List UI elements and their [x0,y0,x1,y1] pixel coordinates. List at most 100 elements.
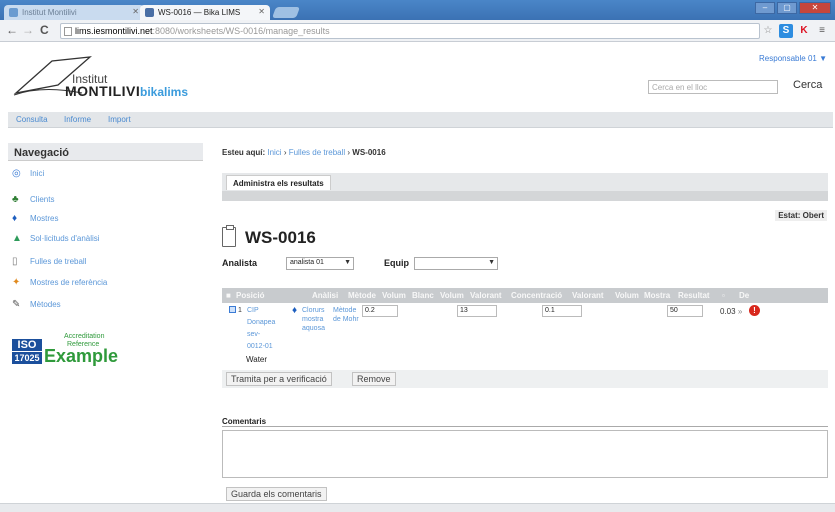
remove-button[interactable]: Remove [352,372,396,386]
browser-nav-bar: ← → C lims.iesmontilivi.net:8080/workshe… [0,20,835,42]
analist-select-value: analista 01 [290,259,324,266]
worksheet-icon [222,225,236,247]
col-header-valorant[interactable]: Valorant [470,291,502,300]
sidebar-item-inici[interactable]: ◎ Inici [10,168,45,185]
method-line2[interactable]: de Mohr [333,315,359,324]
breadcrumb-link-inici[interactable]: Inici [267,148,281,157]
sidebar-item-label: Inici [30,169,45,178]
search-input[interactable]: Cerca en el lloc [648,80,778,94]
logo-line2: MONTILIVI [65,83,141,99]
sample-link-line2[interactable]: Donapea [247,318,275,327]
equip-label: Equip [384,258,409,268]
page-title: WS-0016 [245,228,316,247]
row-checkbox[interactable] [229,306,236,313]
results-table-header: ■ Posició Anàlisi Mètode Volum Blanc Vol… [222,288,828,303]
comments-textarea[interactable] [222,430,828,478]
clients-icon: ♣ [12,194,19,205]
col-header-volum-2[interactable]: Volum [440,291,464,300]
sidebar-item-sollicituds[interactable]: ▲ Sol·licituds d'anàlisi [10,233,100,250]
sidebar-item-label: Clients [30,195,55,204]
browser-status-bar [0,503,835,512]
minimize-icon[interactable]: – [755,2,775,14]
site-logo[interactable]: Institut MONTILIVI bikalims [12,55,188,100]
analysis-line1[interactable]: Clorurs [302,306,325,315]
valorant-input[interactable]: 13 [457,305,497,317]
volum-input[interactable]: 0.2 [362,305,398,317]
sidebar-item-referencia[interactable]: ✦ Mostres de referència [10,277,108,294]
sample-link-line3[interactable]: sev- [247,330,260,339]
menu-item-import[interactable]: Import [108,115,131,124]
submit-verification-button[interactable]: Tramita per a verificació [226,372,332,386]
reload-icon[interactable]: C [40,23,49,37]
new-tab-button[interactable] [271,7,301,18]
col-header-metode[interactable]: Mètode [348,291,376,300]
favicon-icon [9,8,18,17]
chevron-down-icon: ▼ [344,259,351,266]
close-window-icon[interactable]: ✕ [799,2,831,14]
sidebar-item-fulles[interactable]: ▯ Fulles de treball [10,256,86,273]
menu-icon[interactable]: ≡ [815,24,829,38]
menu-item-informe[interactable]: Informe [64,115,91,124]
method-line1[interactable]: Mètode [333,306,356,315]
result-value: 0.03 » [720,307,742,316]
tab-administra-resultats[interactable]: Administra els resultats [226,175,331,190]
comments-label: Comentaris [222,417,267,426]
sidebar-item-mostres[interactable]: ♦ Mostres [10,213,59,230]
tab-title: Institut Montilivi [22,8,77,17]
favicon-icon [145,8,154,17]
col-header-blanc[interactable]: Blanc [412,291,434,300]
browser-tab-institut[interactable]: Institut Montilivi ✕ [4,5,144,20]
maximize-icon[interactable]: ▢ [777,2,797,14]
reference-sample-icon: ✦ [12,277,21,288]
breadcrumb-link-fulles[interactable]: Fulles de treball [289,148,345,157]
close-tab-icon[interactable]: ✕ [258,7,265,16]
analist-select[interactable]: analista 01 ▼ [286,257,354,270]
col-header-mostra[interactable]: Mostra [644,291,670,300]
user-menu[interactable]: Responsable 01 ▼ [759,54,827,63]
menu-item-consulta[interactable]: Consulta [16,115,48,124]
sidebar-item-metodes[interactable]: ✎ Mètodes [10,299,61,316]
concentracio-input[interactable]: 0.1 [542,305,582,317]
iso-label: ISO [12,339,42,351]
address-bar[interactable]: lims.iesmontilivi.net:8080/worksheets/WS… [60,23,760,39]
breadcrumb: Esteu aquí: Inici › Fulles de treball › … [222,148,386,157]
col-header-valorant-2[interactable]: Valorant [572,291,604,300]
search-button[interactable]: Cerca [793,79,822,91]
browser-extension-icons: ☆ S K ≡ [761,24,829,38]
row-position: 1 [238,307,242,314]
skype-extension-icon[interactable]: S [779,24,793,38]
analist-label: Analista [222,258,258,268]
close-tab-icon[interactable]: ✕ [132,7,139,16]
sidebar-item-label: Mostres de referència [30,278,108,287]
bookmark-star-icon[interactable]: ☆ [761,24,775,38]
iso-accreditation-badge[interactable]: ISO 17025 Accreditation Reference Exampl… [12,333,142,369]
col-header-de[interactable]: De [739,291,749,300]
pen-icon: ✎ [12,299,21,310]
col-header-volum-3[interactable]: Volum [615,291,639,300]
extension-icon[interactable]: K [797,24,811,38]
url-host: lims.iesmontilivi.net [75,26,153,36]
col-header-volum[interactable]: Volum [382,291,406,300]
col-header-sort[interactable]: ▫ [722,291,725,300]
sidebar-title: Navegació [8,143,203,161]
badge-example: Example [44,346,119,366]
save-comments-button[interactable]: Guarda els comentaris [226,487,327,501]
forward-icon[interactable]: → [22,23,34,37]
select-all-checkbox[interactable]: ■ [226,291,231,300]
col-header-resultat[interactable]: Resultat [678,291,710,300]
sample-link-line1[interactable]: CIP [247,306,259,315]
analysis-line3[interactable]: aquosa [302,324,325,333]
col-header-analisi[interactable]: Anàlisi [312,291,338,300]
col-header-posicio[interactable]: Posició [236,291,264,300]
sample-link-line4[interactable]: 0012-01 [247,342,273,351]
sidebar-item-clients[interactable]: ♣ Clients [10,194,55,211]
equip-select[interactable]: ▼ [414,257,498,270]
sidebar-item-label: Mostres [30,214,59,223]
browser-tab-worksheet[interactable]: WS-0016 — Bika LIMS ✕ [140,5,270,20]
analysis-line2[interactable]: mostra [302,315,323,324]
flask-icon: ▲ [12,233,22,244]
volum-mostra-input[interactable]: 50 [667,305,703,317]
comments-divider [222,426,828,427]
col-header-concentracio[interactable]: Concentració [511,291,562,300]
back-icon[interactable]: ← [6,23,18,37]
